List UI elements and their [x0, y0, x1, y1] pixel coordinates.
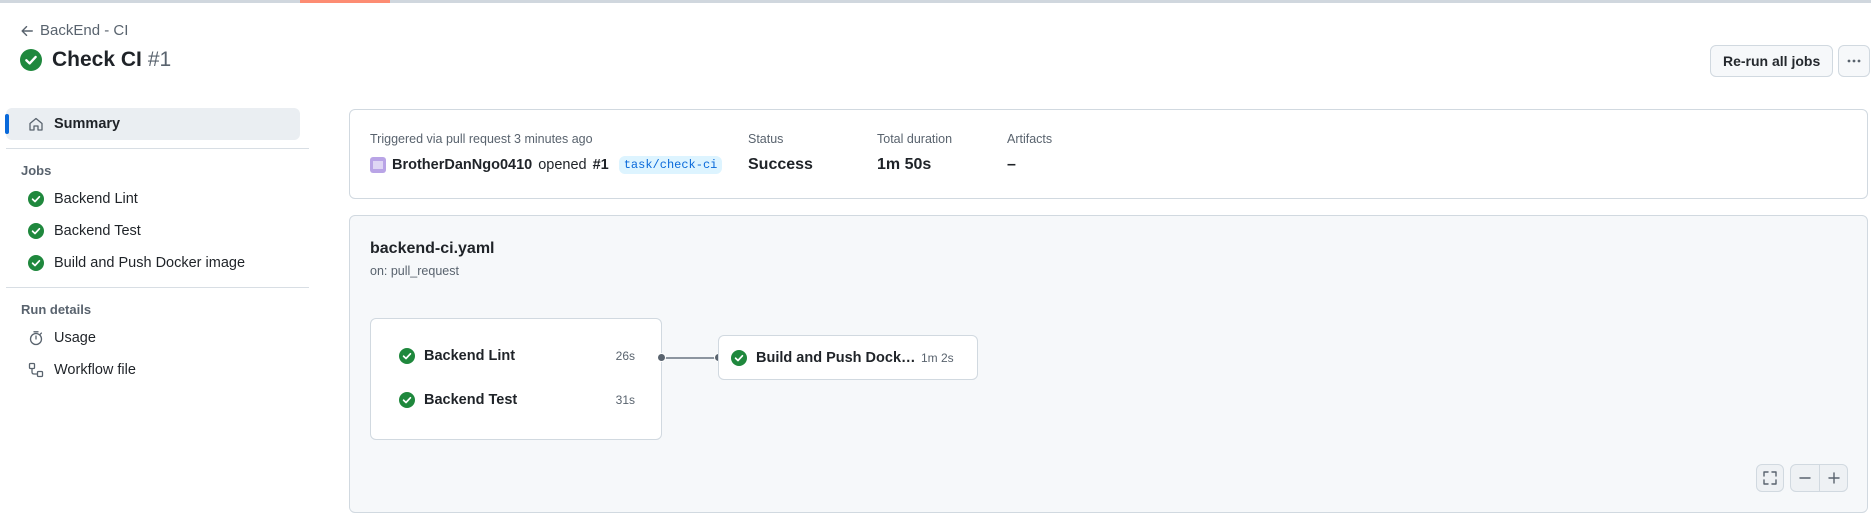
- artifacts-value: –: [1007, 156, 1016, 173]
- zoom-out-button[interactable]: [1791, 465, 1819, 491]
- opened-text: opened: [538, 157, 587, 173]
- trigger-details: BrotherDanNgo0410 opened #1 task/check-c…: [370, 156, 723, 174]
- status-label: Status: [748, 132, 784, 146]
- actor-link[interactable]: BrotherDanNgo0410: [392, 157, 532, 173]
- divider: [6, 148, 309, 149]
- rerun-all-jobs-button[interactable]: Re-run all jobs: [1710, 45, 1834, 77]
- minus-icon: [1799, 477, 1811, 479]
- status-value: Success: [748, 156, 813, 173]
- sidebar-item-label: Backend Test: [54, 223, 141, 239]
- run-summary-card: Triggered via pull request 3 minutes ago…: [349, 109, 1868, 199]
- zoom-button-group: [1790, 464, 1848, 492]
- sidebar: Summary Jobs Backend Lint Backend Test B…: [0, 108, 310, 386]
- pr-link[interactable]: #1: [593, 157, 609, 173]
- workflow-file-name: backend-ci.yaml: [370, 240, 495, 257]
- job-connector: [662, 357, 719, 359]
- artifacts-label: Artifacts: [1007, 132, 1053, 146]
- check-circle-icon: [28, 255, 44, 271]
- sidebar-item-label: Usage: [54, 330, 96, 346]
- divider: [6, 287, 309, 288]
- top-border: [0, 0, 1871, 3]
- sidebar-item-label: Backend Lint: [54, 191, 138, 207]
- back-link[interactable]: BackEnd - CI: [20, 22, 128, 39]
- trigger-text: Triggered via pull request 3 minutes ago: [370, 132, 593, 146]
- sidebar-item-workflow-file[interactable]: Workflow file: [6, 354, 302, 386]
- job-duration: 26s: [615, 349, 635, 363]
- job-node-backend-test[interactable]: Backend Test 31s: [399, 392, 635, 408]
- plus-icon: [1827, 472, 1840, 484]
- page-title: Check CI #1: [20, 48, 171, 72]
- sidebar-item-backend-test[interactable]: Backend Test: [6, 215, 302, 247]
- run-title: Check CI: [52, 48, 142, 71]
- sidebar-item-usage[interactable]: Usage: [6, 322, 302, 354]
- check-circle-icon: [399, 392, 415, 408]
- branch-label[interactable]: task/check-ci: [618, 156, 723, 174]
- avatar[interactable]: [370, 157, 386, 173]
- check-circle-icon: [399, 348, 415, 364]
- sidebar-item-label: Build and Push Docker image: [54, 255, 246, 271]
- check-circle-icon: [28, 191, 44, 207]
- job-node-backend-lint[interactable]: Backend Lint 26s: [399, 348, 635, 364]
- sidebar-item-label: Summary: [54, 116, 121, 132]
- run-details-heading: Run details: [21, 301, 92, 317]
- run-number: #1: [147, 48, 172, 71]
- duration-value: 1m 50s: [877, 156, 932, 173]
- kebab-horizontal-icon: [1847, 59, 1861, 63]
- workflow-trigger: on: pull_request: [370, 264, 459, 278]
- more-options-button[interactable]: [1838, 45, 1870, 77]
- check-circle-icon: [20, 49, 42, 71]
- home-icon: [29, 117, 43, 131]
- back-link-label: BackEnd - CI: [40, 22, 129, 39]
- duration-label: Total duration: [877, 132, 953, 146]
- sidebar-item-label: Workflow file: [54, 362, 136, 378]
- sidebar-item-build-push-docker[interactable]: Build and Push Docker image: [6, 247, 302, 279]
- arrow-left-icon: [21, 25, 33, 36]
- job-group-stage-1: Backend Lint 26s Backend Test 31s: [370, 318, 662, 440]
- stopwatch-icon: [29, 331, 43, 346]
- job-name: Build and Push Docker i...: [756, 349, 921, 366]
- job-duration: 1m 2s: [921, 350, 954, 365]
- connector-dot: [657, 353, 666, 362]
- check-circle-icon: [28, 223, 44, 239]
- job-name: Backend Test: [424, 392, 518, 408]
- jobs-heading: Jobs: [21, 162, 52, 178]
- job-name: Backend Lint: [424, 348, 516, 364]
- job-node-build-push-docker[interactable]: Build and Push Docker i... 1m 2s: [718, 335, 978, 380]
- zoom-in-button[interactable]: [1819, 465, 1847, 491]
- sidebar-item-summary[interactable]: Summary: [5, 108, 300, 140]
- workflow-graph: backend-ci.yaml on: pull_request Backend…: [349, 215, 1868, 513]
- graph-zoom-controls: [1756, 464, 1848, 492]
- job-duration: 31s: [615, 393, 635, 407]
- active-tab-indicator: [300, 0, 390, 3]
- check-circle-icon: [731, 349, 747, 366]
- sidebar-item-backend-lint[interactable]: Backend Lint: [6, 183, 302, 215]
- fullscreen-button[interactable]: [1756, 464, 1784, 492]
- workflow-icon: [28, 362, 44, 378]
- fullscreen-icon: [1763, 471, 1777, 485]
